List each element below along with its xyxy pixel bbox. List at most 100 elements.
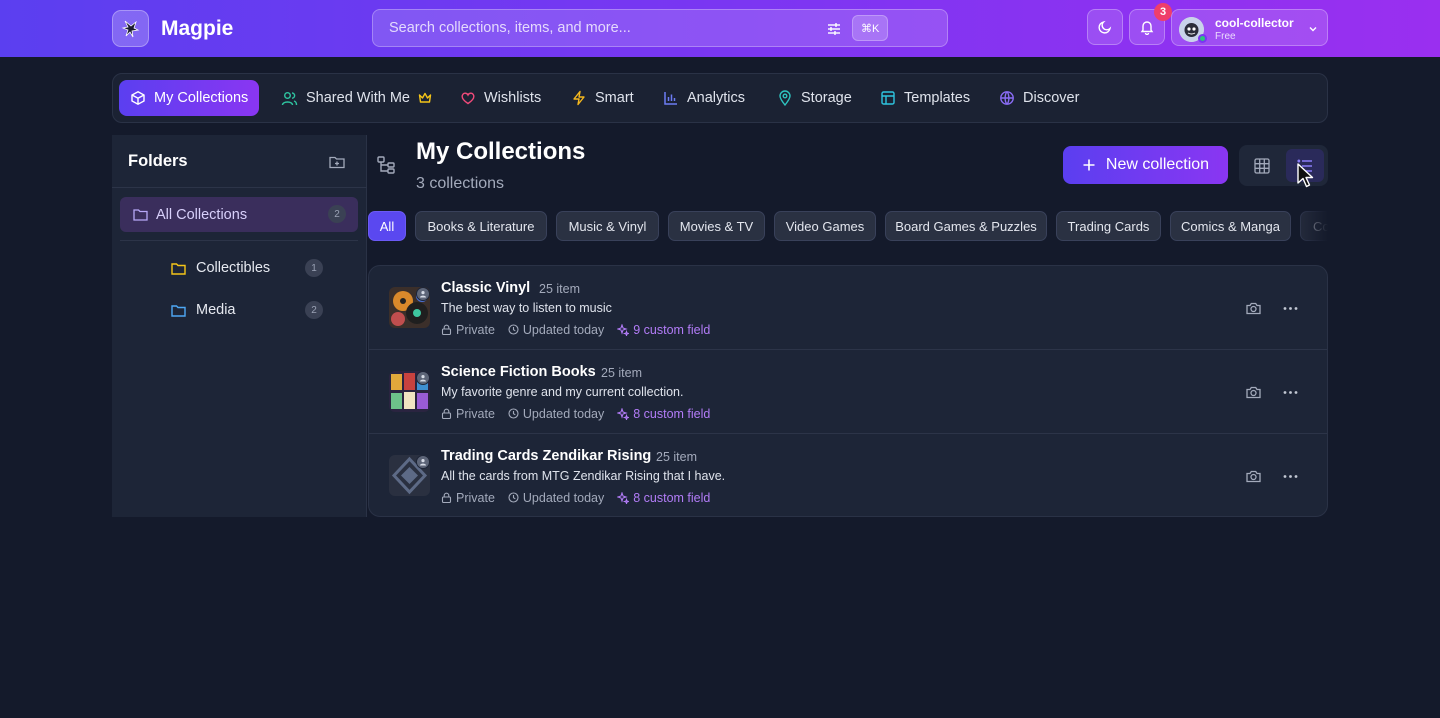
notification-count-badge: 3 xyxy=(1154,3,1172,21)
chip-label: Comics & Manga xyxy=(1181,218,1280,234)
filter-chip[interactable]: Board Games & Puzzles xyxy=(885,211,1047,241)
sliders-icon[interactable] xyxy=(825,20,843,38)
shared-user-icon xyxy=(416,371,430,385)
shared-user-icon xyxy=(416,455,430,469)
folder-count-badge: 2 xyxy=(328,205,346,223)
add-folder-icon[interactable] xyxy=(328,153,346,171)
theme-toggle-button[interactable] xyxy=(1087,9,1123,45)
logo[interactable]: Magpie xyxy=(112,10,233,47)
visibility: Private xyxy=(441,407,495,421)
top-bar: Magpie ⌘K 3 cool-collector Free xyxy=(0,0,1440,57)
folders-sidebar: Folders All Collections 2 Collectibles 1… xyxy=(112,135,367,517)
list-item[interactable]: Classic Vinyl 25 item The best way to li… xyxy=(369,266,1327,350)
shared-user-icon xyxy=(416,287,430,301)
cube-icon xyxy=(130,90,146,106)
chip-label: Board Games & Puzzles xyxy=(895,218,1037,234)
chip-label: Music & Vinyl xyxy=(568,218,647,234)
list-item[interactable]: Science Fiction Books 25 item My favorit… xyxy=(369,350,1327,434)
visibility-label: Private xyxy=(456,322,495,337)
custom-field-label: 9 custom field xyxy=(633,322,711,337)
tab-discover[interactable]: Discover xyxy=(988,80,1090,116)
chevron-down-icon xyxy=(1307,23,1319,35)
collection-title[interactable]: Trading Cards Zendikar Rising xyxy=(441,448,651,464)
tab-label: Storage xyxy=(801,90,852,106)
page-title: My Collections xyxy=(416,138,586,165)
tab-analytics[interactable]: Analytics xyxy=(652,80,756,116)
toggle-sidebar-icon[interactable] xyxy=(376,155,396,175)
camera-icon[interactable] xyxy=(1245,468,1262,485)
search-bar[interactable]: ⌘K xyxy=(372,9,948,47)
user-menu-button[interactable]: cool-collector Free xyxy=(1171,9,1328,46)
collection-meta: Private Updated today 9 custom field xyxy=(441,322,723,337)
filter-chip[interactable]: Movies & TV xyxy=(668,211,765,241)
tab-storage[interactable]: Storage xyxy=(766,80,863,116)
tab-smart[interactable]: Smart xyxy=(560,80,645,116)
lock-icon xyxy=(441,324,452,335)
folder-count-badge: 2 xyxy=(305,301,323,319)
sidebar-item-label: Collectibles xyxy=(196,260,271,276)
chip-label: Trading Cards xyxy=(1067,218,1150,234)
collection-title[interactable]: Science Fiction Books xyxy=(441,364,596,380)
more-options-icon[interactable] xyxy=(1282,384,1299,401)
divider xyxy=(120,240,358,241)
search-input[interactable] xyxy=(389,20,809,36)
users-icon xyxy=(281,90,298,107)
user-name: cool-collector xyxy=(1215,16,1294,30)
tab-label: Smart xyxy=(595,90,634,106)
filter-chip[interactable]: Video Games xyxy=(774,211,876,241)
new-collection-button[interactable]: New collection xyxy=(1063,146,1228,184)
grid-view-button[interactable] xyxy=(1243,149,1281,182)
clock-icon xyxy=(508,408,519,419)
clock-icon xyxy=(508,324,519,335)
layout-icon xyxy=(880,90,896,106)
filter-chip-all[interactable]: All xyxy=(368,211,406,241)
tab-label: Templates xyxy=(904,90,971,106)
more-options-icon[interactable] xyxy=(1282,300,1299,317)
tab-shared-with-me[interactable]: Shared With Me xyxy=(270,80,443,116)
filter-chip[interactable]: Books & Literature xyxy=(415,211,547,241)
custom-field-label: 8 custom field xyxy=(633,406,711,421)
tab-my-collections[interactable]: My Collections xyxy=(119,80,260,116)
filter-chip[interactable]: Music & Vinyl xyxy=(556,211,659,241)
custom-fields: 9 custom field xyxy=(617,323,710,337)
tab-label: Analytics xyxy=(687,90,746,106)
item-count: 25 item xyxy=(656,450,697,464)
visibility: Private xyxy=(441,491,495,505)
sidebar-item-label: Media xyxy=(196,302,236,318)
camera-icon[interactable] xyxy=(1245,300,1262,317)
filter-chip[interactable]: Trading Cards xyxy=(1056,211,1161,241)
item-count: 25 item xyxy=(601,366,642,380)
collection-title[interactable]: Classic Vinyl xyxy=(441,280,530,296)
camera-icon[interactable] xyxy=(1245,384,1262,401)
sidebar-item-collectibles[interactable]: Collectibles xyxy=(170,255,270,281)
mouse-cursor-icon xyxy=(1296,163,1316,189)
sidebar-item-media[interactable]: Media xyxy=(170,297,236,323)
crown-icon xyxy=(418,91,432,105)
map-pin-icon xyxy=(777,90,793,106)
updated-label: Updated today xyxy=(522,322,605,337)
chip-label: Video Games xyxy=(785,218,865,234)
folder-icon xyxy=(132,206,149,223)
clock-icon xyxy=(508,492,519,503)
grid-icon xyxy=(1253,157,1271,175)
list-item[interactable]: Trading Cards Zendikar Rising 25 item Al… xyxy=(369,434,1327,516)
tab-wishlists[interactable]: Wishlists xyxy=(449,80,552,116)
visibility-label: Private xyxy=(456,490,495,505)
collection-meta: Private Updated today 8 custom field xyxy=(441,490,723,505)
bell-icon xyxy=(1139,19,1155,35)
updated: Updated today xyxy=(508,407,604,421)
notifications-button[interactable]: 3 xyxy=(1129,3,1172,45)
tab-templates[interactable]: Templates xyxy=(869,80,981,116)
lock-icon xyxy=(441,408,452,419)
sparkles-icon xyxy=(617,323,630,336)
filter-chip[interactable]: Comics & Manga xyxy=(1170,211,1291,241)
collection-description: All the cards from MTG Zendikar Rising t… xyxy=(441,469,726,483)
updated-label: Updated today xyxy=(522,406,605,421)
more-options-icon[interactable] xyxy=(1282,468,1299,485)
custom-fields: 8 custom field xyxy=(617,491,710,505)
sidebar-item-all-collections[interactable]: All Collections 2 xyxy=(120,197,358,232)
collections-list: Classic Vinyl 25 item The best way to li… xyxy=(368,265,1328,517)
magpie-logo-icon xyxy=(112,10,149,47)
sparkles-icon xyxy=(617,491,630,504)
tab-label: Discover xyxy=(1023,90,1080,106)
